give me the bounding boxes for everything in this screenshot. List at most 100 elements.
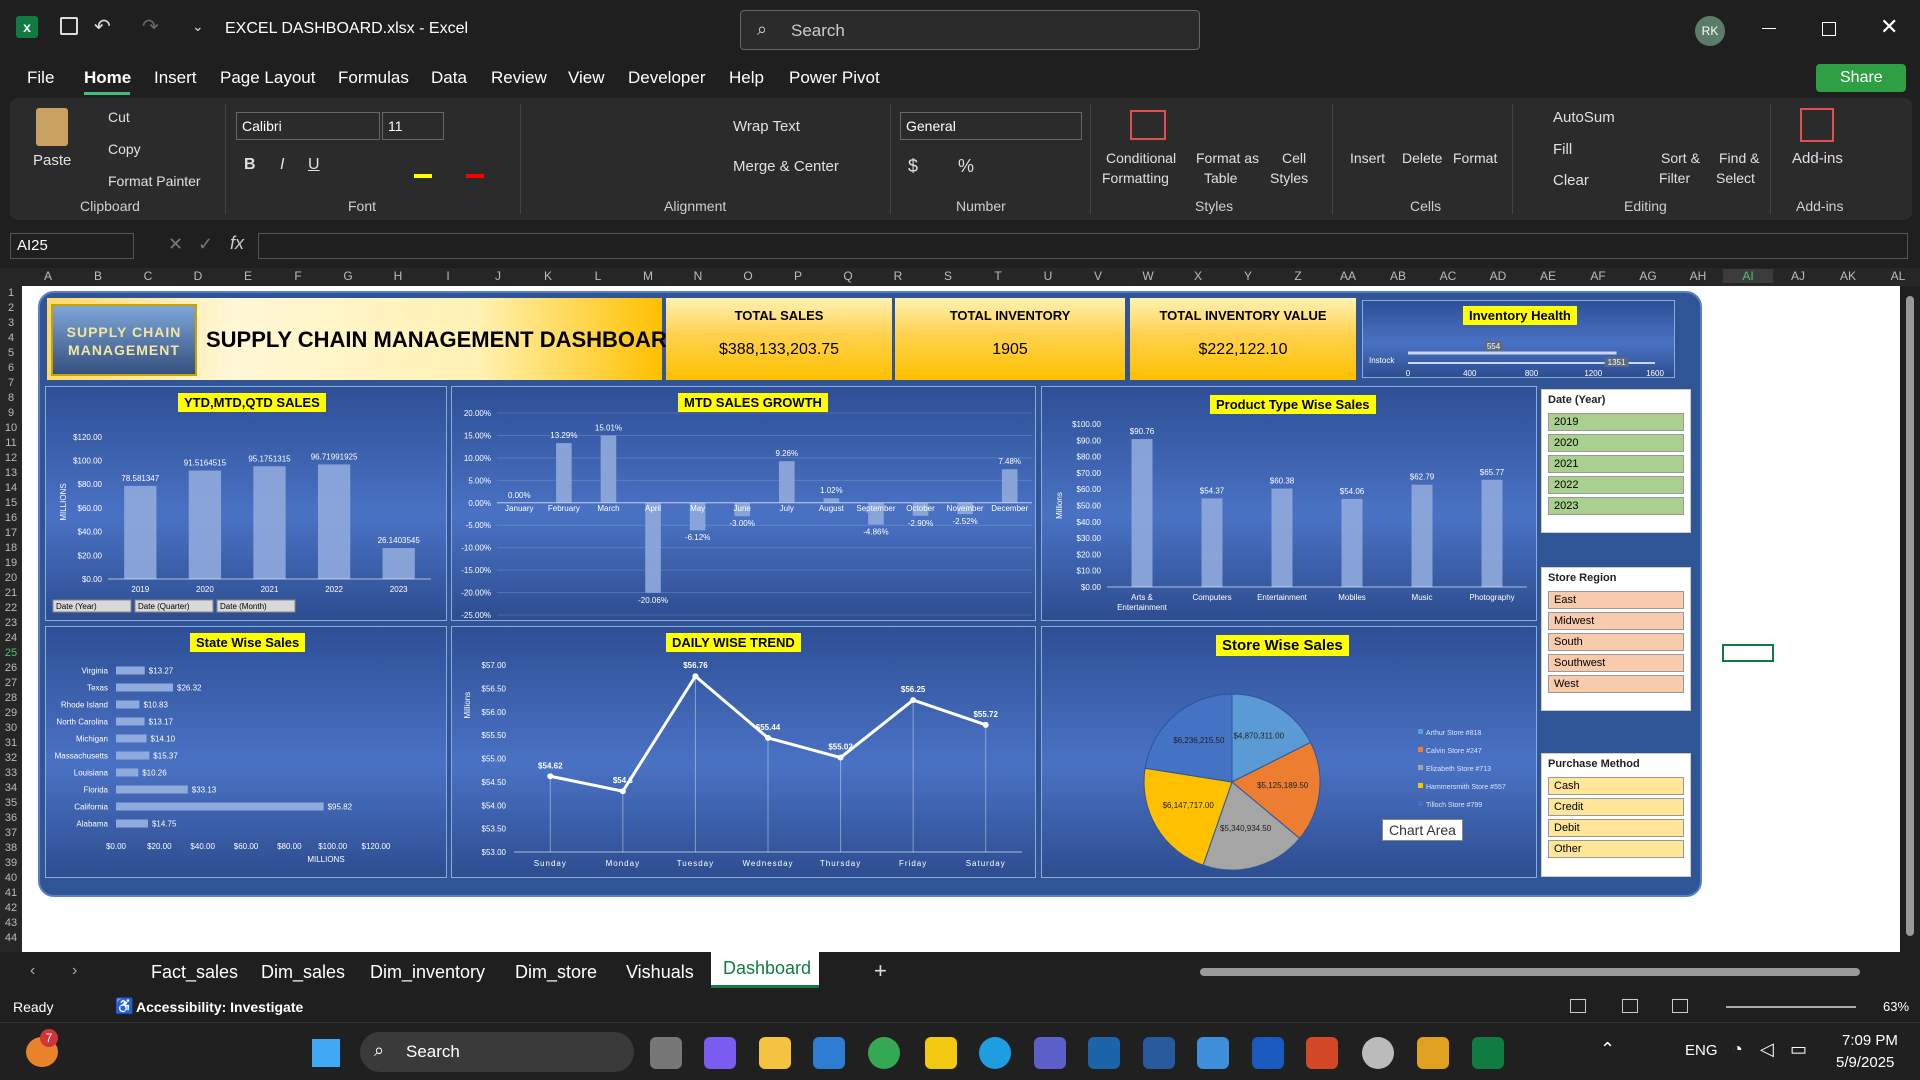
- percent-button[interactable]: %: [958, 156, 974, 177]
- volume-icon[interactable]: ◁: [1760, 1039, 1774, 1060]
- enter-formula-icon[interactable]: ✓: [198, 234, 213, 255]
- row-header[interactable]: 35: [0, 797, 22, 809]
- inventory-health-chart[interactable]: Instock 554 1351 0 400 800 1200 1600: [1363, 301, 1676, 379]
- row-header[interactable]: 16: [0, 512, 22, 524]
- menu-data[interactable]: Data: [431, 68, 467, 88]
- row-header[interactable]: 26: [0, 662, 22, 674]
- taskbar-search[interactable]: ⌕ Search: [360, 1032, 634, 1072]
- show-hidden-icons[interactable]: ⌃: [1600, 1039, 1615, 1060]
- fill-color-icon[interactable]: [414, 174, 432, 178]
- prev-sheet-icon[interactable]: ‹: [30, 962, 35, 980]
- paste-icon[interactable]: [36, 108, 68, 146]
- sheet-tab[interactable]: Dim_sales: [261, 962, 345, 983]
- panel-mtd-growth[interactable]: MTD SALES GROWTH -25.00% -20.00% -15.00% -1…: [451, 386, 1036, 621]
- font-size-select[interactable]: 11: [382, 112, 444, 140]
- column-header[interactable]: AE: [1523, 269, 1573, 283]
- column-header[interactable]: J: [473, 269, 523, 283]
- autosum-button[interactable]: AutoSum: [1553, 109, 1615, 126]
- format-cells-button[interactable]: Format: [1453, 150, 1497, 166]
- slicer-date-item[interactable]: 2022: [1548, 476, 1684, 494]
- row-header[interactable]: 1: [0, 287, 22, 299]
- row-header[interactable]: 8: [0, 392, 22, 404]
- product-sales-chart[interactable]: $0.00 $10.00 $20.00 $30.00 $40.00 $50.00 $60.0…: [1042, 387, 1538, 622]
- format-as-table-button-2[interactable]: Table: [1204, 170, 1237, 186]
- next-sheet-icon[interactable]: ›: [72, 962, 77, 980]
- panel-state-sales[interactable]: State Wise Sales Virginia $13.27 Texas $26.…: [45, 626, 447, 878]
- insert-cells-button[interactable]: Insert: [1350, 150, 1385, 166]
- row-header[interactable]: 13: [0, 467, 22, 479]
- slicer-region-item[interactable]: Midwest: [1548, 612, 1684, 630]
- wrap-text-button[interactable]: Wrap Text: [733, 118, 800, 135]
- column-header[interactable]: Z: [1273, 269, 1323, 283]
- row-header[interactable]: 7: [0, 377, 22, 389]
- column-header[interactable]: K: [523, 269, 573, 283]
- panel-daily-trend[interactable]: DAILY WISE TREND $53.00 $53.50 $54.00 $54.5…: [451, 626, 1036, 878]
- column-header[interactable]: G: [323, 269, 373, 283]
- row-header[interactable]: 34: [0, 782, 22, 794]
- vertical-scroll-thumb[interactable]: [1906, 296, 1914, 936]
- delete-cells-button[interactable]: Delete: [1402, 150, 1442, 166]
- name-box[interactable]: AI25: [10, 233, 134, 259]
- panel-product-sales[interactable]: Product Type Wise Sales $0.00 $10.00 $20.0…: [1041, 386, 1537, 621]
- row-header[interactable]: 18: [0, 542, 22, 554]
- mtd-growth-chart[interactable]: -25.00% -20.00% -15.00% -10.00% -5.00% 0.00% 5…: [452, 387, 1037, 622]
- slicer-date-item[interactable]: 2021: [1548, 455, 1684, 473]
- chrome-icon[interactable]: [868, 1037, 900, 1069]
- bold-button[interactable]: B: [244, 156, 256, 174]
- column-header[interactable]: H: [373, 269, 423, 283]
- accessibility-status[interactable]: Accessibility: Investigate: [136, 999, 303, 1015]
- page-break-view-icon[interactable]: [1672, 999, 1688, 1013]
- column-header[interactable]: C: [123, 269, 173, 283]
- row-header[interactable]: 31: [0, 737, 22, 749]
- row-header[interactable]: 14: [0, 482, 22, 494]
- column-header[interactable]: L: [573, 269, 623, 283]
- row-header[interactable]: 41: [0, 887, 22, 899]
- row-header[interactable]: 43: [0, 917, 22, 929]
- git-icon[interactable]: [1417, 1037, 1449, 1069]
- row-header[interactable]: 28: [0, 692, 22, 704]
- row-header[interactable]: 27: [0, 677, 22, 689]
- format-painter-button[interactable]: Format Painter: [108, 173, 201, 189]
- row-header[interactable]: 10: [0, 422, 22, 434]
- column-header[interactable]: V: [1073, 269, 1123, 283]
- menu-developer[interactable]: Developer: [628, 68, 706, 88]
- row-header[interactable]: 37: [0, 827, 22, 839]
- row-header[interactable]: 19: [0, 557, 22, 569]
- insert-function-icon[interactable]: fx: [230, 233, 244, 254]
- column-header[interactable]: F: [273, 269, 323, 283]
- wifi-icon[interactable]: ◔: [1732, 1039, 1743, 1060]
- row-header[interactable]: 22: [0, 602, 22, 614]
- excel-taskbar-icon[interactable]: [1472, 1037, 1504, 1069]
- chatgpt-icon[interactable]: [1362, 1037, 1394, 1069]
- column-header[interactable]: AI: [1723, 269, 1773, 283]
- menu-insert[interactable]: Insert: [154, 68, 197, 88]
- paste-button[interactable]: Paste: [33, 152, 71, 169]
- column-header[interactable]: R: [873, 269, 923, 283]
- menu-home[interactable]: Home: [84, 68, 131, 88]
- menu-formulas[interactable]: Formulas: [338, 68, 409, 88]
- ytd-sales-chart[interactable]: $0.00 $20.00 $40.00 $60.00 $80.00 $100.00 $120…: [46, 387, 448, 622]
- redo-icon[interactable]: ↷: [142, 14, 159, 39]
- addins-icon[interactable]: [1800, 108, 1834, 142]
- maximize-icon[interactable]: [1822, 22, 1836, 36]
- column-header[interactable]: T: [973, 269, 1023, 283]
- row-header[interactable]: 40: [0, 872, 22, 884]
- slicer-method-item[interactable]: Debit: [1548, 819, 1684, 837]
- slicer-date-item[interactable]: 2020: [1548, 434, 1684, 452]
- column-header[interactable]: P: [773, 269, 823, 283]
- battery-icon[interactable]: ▭: [1790, 1039, 1807, 1060]
- menu-page-layout[interactable]: Page Layout: [220, 68, 315, 88]
- conditional-formatting-button-2[interactable]: Formatting: [1102, 170, 1169, 186]
- cut-button[interactable]: Cut: [108, 109, 130, 125]
- conditional-formatting-button[interactable]: Conditional: [1106, 150, 1176, 166]
- menu-review[interactable]: Review: [491, 68, 547, 88]
- column-header[interactable]: U: [1023, 269, 1073, 283]
- column-header[interactable]: I: [423, 269, 473, 283]
- edge-icon[interactable]: [979, 1037, 1011, 1069]
- column-header[interactable]: X: [1173, 269, 1223, 283]
- sheet-tab[interactable]: Dim_inventory: [370, 962, 485, 983]
- column-header[interactable]: AH: [1673, 269, 1723, 283]
- currency-button[interactable]: $: [908, 156, 918, 177]
- column-header[interactable]: AC: [1423, 269, 1473, 283]
- slicer-date-item[interactable]: 2019: [1548, 413, 1684, 431]
